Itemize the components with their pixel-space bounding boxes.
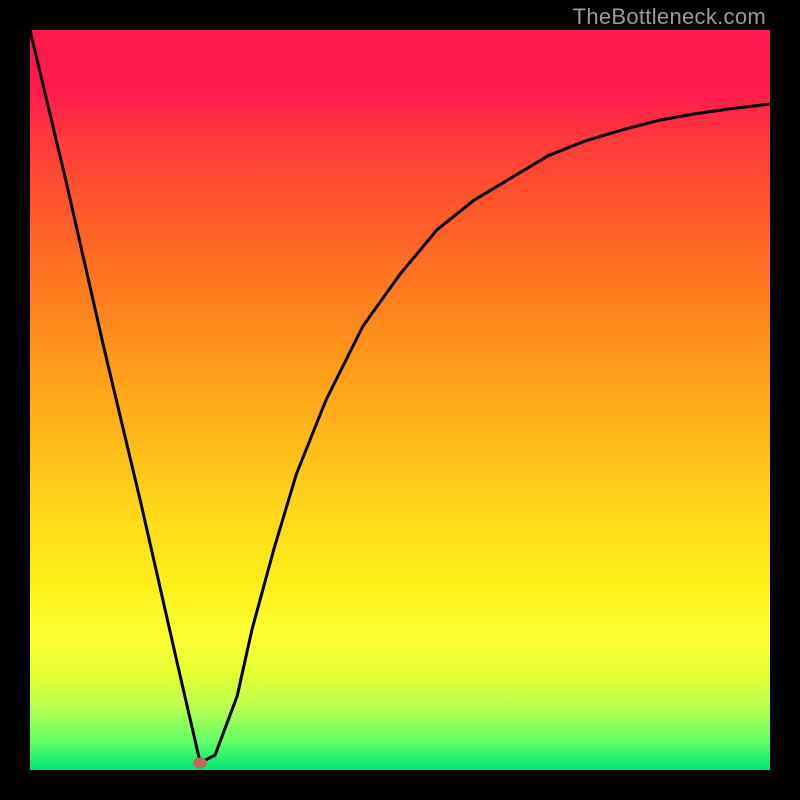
bottleneck-curve [30, 30, 770, 770]
watermark-label: TheBottleneck.com [573, 4, 766, 30]
plot-area [30, 30, 770, 770]
chart-frame: TheBottleneck.com [0, 0, 800, 800]
optimum-marker [193, 757, 207, 768]
